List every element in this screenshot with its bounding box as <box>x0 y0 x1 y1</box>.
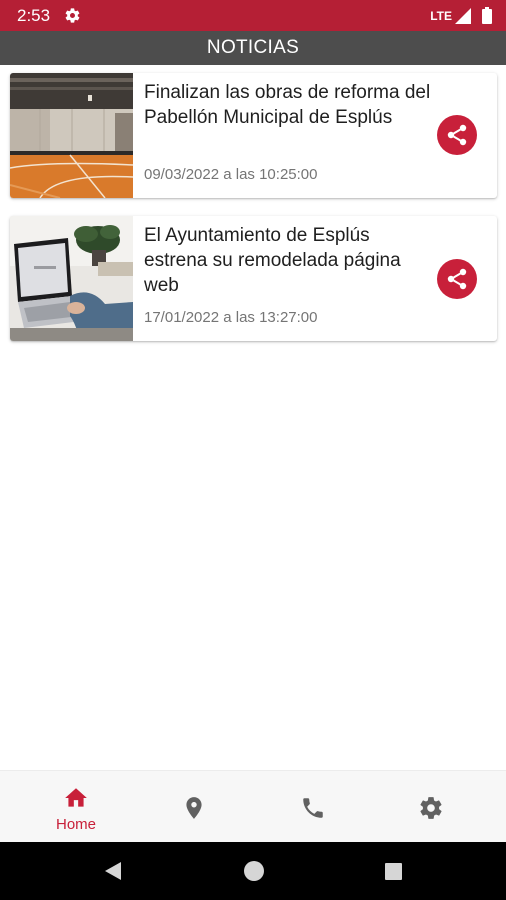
page-title: NOTICIAS <box>206 37 300 58</box>
settings-icon <box>420 797 442 819</box>
nav-item-settings[interactable] <box>371 771 491 843</box>
nav-label-home: Home <box>55 816 96 833</box>
home-circle-icon[interactable] <box>244 861 264 881</box>
news-date: 09/03/2022 a las 10:25:00 <box>144 166 318 183</box>
news-card[interactable]: El Ayuntamiento de Esplús estrena su rem… <box>10 216 497 341</box>
news-card[interactable]: Finalizan las obras de reforma del Pabel… <box>10 73 497 198</box>
back-icon[interactable] <box>102 860 124 882</box>
location-pin-icon <box>186 797 202 819</box>
sports-hall-photo <box>10 73 133 198</box>
news-date: 17/01/2022 a las 13:27:00 <box>144 309 318 326</box>
recents-square-icon[interactable] <box>385 863 402 880</box>
network-type: LTE <box>430 8 452 23</box>
home-icon <box>65 788 87 807</box>
battery-icon <box>482 7 492 24</box>
share-button[interactable] <box>437 115 477 155</box>
app-bar: NOTICIAS <box>0 31 506 65</box>
news-title: Finalizan las obras de reforma del Pabel… <box>144 82 431 128</box>
share-button[interactable] <box>437 259 477 299</box>
news-thumbnail <box>10 73 133 198</box>
status-bar: 2:53 LTE <box>0 0 506 31</box>
news-thumbnail <box>10 216 133 341</box>
laptop-photo <box>10 216 133 341</box>
nav-item-phone[interactable] <box>253 771 373 843</box>
share-icon <box>447 124 467 146</box>
bottom-navigation: Home <box>0 770 506 842</box>
system-navigation-bar <box>0 842 506 900</box>
status-indicators: LTE <box>430 7 492 24</box>
news-title: El Ayuntamiento de Esplús estrena su rem… <box>144 225 401 296</box>
nav-item-home[interactable]: Home <box>16 771 136 843</box>
nav-item-location[interactable] <box>134 771 254 843</box>
share-icon <box>447 268 467 290</box>
gear-icon <box>65 8 80 23</box>
status-time: 2:53 <box>17 6 51 25</box>
phone-icon <box>303 798 323 818</box>
signal-icon <box>455 7 471 24</box>
